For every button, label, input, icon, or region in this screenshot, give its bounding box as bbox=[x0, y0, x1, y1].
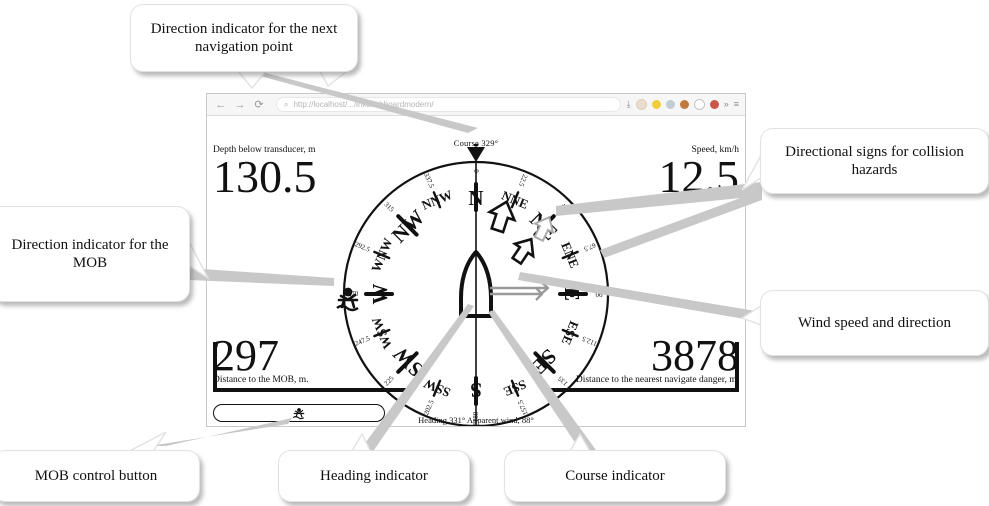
callout-wind: Wind speed and direction bbox=[760, 290, 989, 356]
callout-hazards-text: Directional signs for collision hazards bbox=[785, 143, 964, 178]
callout-course-text: Course indicator bbox=[565, 467, 665, 484]
callout-mob-direction: Direction indicator for the MOB bbox=[0, 206, 190, 302]
callout-wind-text: Wind speed and direction bbox=[797, 314, 952, 331]
callout-mob-button: MOB control button bbox=[0, 450, 200, 502]
callout-waypoint-text: Direction indicator for the next navigat… bbox=[150, 20, 338, 55]
callout-heading-text: Heading indicator bbox=[320, 467, 428, 484]
callout-heading: Heading indicator bbox=[278, 450, 470, 502]
callout-waypoint: Direction indicator for the next navigat… bbox=[130, 4, 358, 72]
callout-mob-direction-text: Direction indicator for the MOB bbox=[11, 236, 169, 271]
callout-mob-button-text: MOB control button bbox=[34, 467, 158, 484]
callout-course: Course indicator bbox=[504, 450, 726, 502]
callout-hazards: Directional signs for collision hazards bbox=[760, 128, 989, 194]
